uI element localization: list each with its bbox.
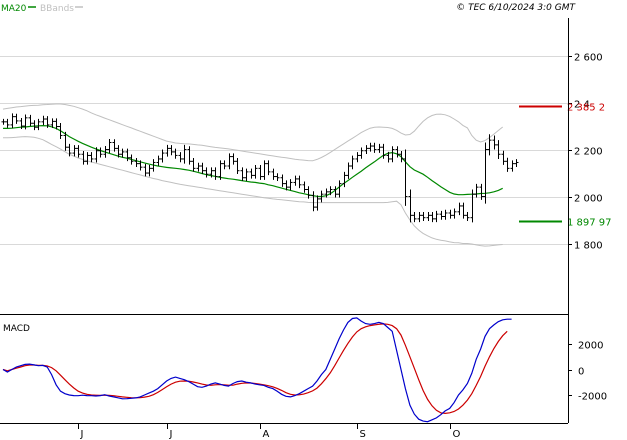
macd-lines bbox=[2, 317, 512, 423]
stock-chart: 1 8002 0002 2002 42 600 2 385 21 897 97 … bbox=[0, 2, 612, 440]
support-label: 1 897 97 bbox=[567, 218, 612, 229]
macd-panel: 2000 0 -2000 MACD bbox=[2, 317, 607, 423]
price-panel: 1 8002 0002 2002 42 600 2 385 21 897 97 bbox=[0, 18, 612, 314]
x-tick-label: J bbox=[169, 429, 173, 440]
x-tick-label: S bbox=[360, 429, 366, 440]
x-tick-label: O bbox=[453, 429, 461, 440]
price-y-tick-label: 2 200 bbox=[574, 147, 603, 158]
price-panel-frame bbox=[0, 18, 568, 314]
macd-line bbox=[2, 317, 512, 423]
legend-ma20: MA20 bbox=[1, 4, 27, 14]
macd-title: MACD bbox=[3, 324, 30, 334]
price-y-tick-label: 1 800 bbox=[574, 241, 603, 252]
legend-bbands: BBands bbox=[40, 4, 74, 14]
macd-y-tick-label: 0 bbox=[578, 367, 584, 378]
copyright-text: © TEC 6/10/2024 3:0 GMT bbox=[456, 3, 576, 13]
macd-y-tick-label: -2000 bbox=[578, 392, 607, 403]
macd-signal-line bbox=[2, 323, 508, 415]
macd-y-axis: 2000 0 -2000 bbox=[568, 341, 607, 403]
price-y-tick-label: 2 000 bbox=[574, 194, 603, 205]
price-y-tick-label: 2 600 bbox=[574, 53, 603, 64]
macd-y-tick-label: 2000 bbox=[578, 341, 603, 352]
x-tick-label: J bbox=[80, 429, 84, 440]
x-axis: JJASO bbox=[0, 423, 568, 440]
resistance-label: 2 385 2 bbox=[567, 103, 605, 114]
x-tick-label: A bbox=[263, 429, 270, 440]
legend: MA20 BBands bbox=[0, 2, 83, 14]
